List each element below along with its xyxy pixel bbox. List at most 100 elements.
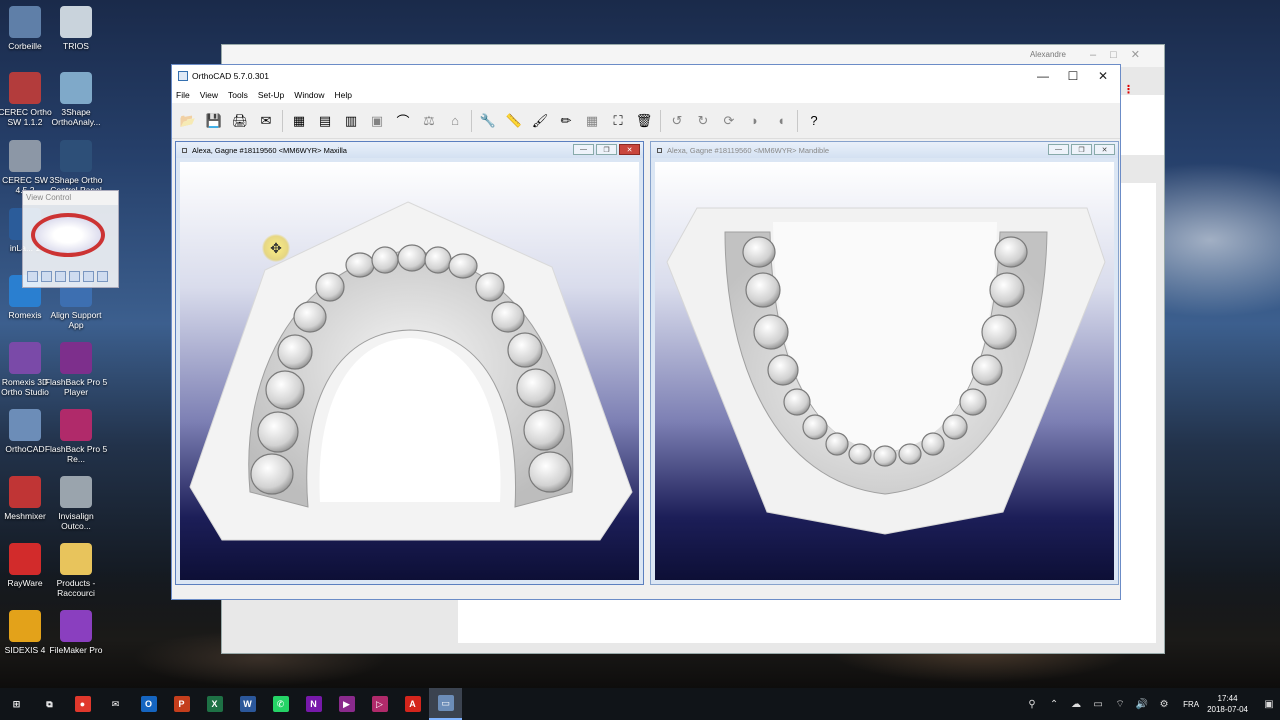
desktop-icon-label: FlashBack Pro 5 Player <box>44 377 108 397</box>
desktop-icon[interactable]: Products - Raccourci <box>43 543 109 598</box>
mandible-restore-button[interactable]: ❐ <box>1071 144 1092 155</box>
menu-file[interactable]: File <box>176 90 190 100</box>
desktop-icon[interactable]: FileMaker Pro <box>43 610 109 655</box>
maxilla-titlebar: Alexa, Gagne #18119560 <MM6WYR> Maxilla … <box>176 142 643 158</box>
mandible-title: Alexa, Gagne #18119560 <MM6WYR> Mandible <box>667 145 830 155</box>
maxilla-3d-viewport[interactable]: ✥ <box>180 162 639 580</box>
task-view-icon[interactable]: ⧉ <box>33 688 66 720</box>
view-control-widget[interactable]: View Control <box>22 190 119 288</box>
save-icon[interactable]: 💾 <box>204 111 224 131</box>
main-toolbar: 📂 💾 🖨 ✉ ▦ ▤ ▥ ▣ ⌒ ⚖ ⌂ 🔧 📏 🖌 ✏ ▦ ⛶ 🗑 ↺ ↻ ⟳ ◗ ◖? <box>172 103 1120 139</box>
whatsapp-icon[interactable]: ✆ <box>264 688 297 720</box>
excel-icon[interactable]: X <box>198 688 231 720</box>
trios-icon <box>60 6 92 38</box>
tray-chevron-icon[interactable]: ⌃ <box>1043 699 1065 710</box>
outlook-icon[interactable]: O <box>132 688 165 720</box>
crop-icon[interactable]: ⛶ <box>608 111 628 131</box>
mandible-titlebar: Alexa, Gagne #18119560 <MM6WYR> Mandible… <box>651 142 1118 158</box>
start-icon[interactable]: ⊞ <box>0 688 33 720</box>
rayware-icon <box>9 543 41 575</box>
menu-view[interactable]: View <box>200 90 218 100</box>
maximize-button[interactable]: ☐ <box>1058 65 1088 87</box>
flashback-taskbar-icon[interactable]: ▶ <box>330 688 363 720</box>
maxilla-window[interactable]: Alexa, Gagne #18119560 <MM6WYR> Maxilla … <box>175 141 644 585</box>
desktop-icon[interactable]: TRIOS <box>43 6 109 51</box>
layout-dual-icon[interactable]: ▤ <box>315 111 335 131</box>
open-folder-icon: 📂 <box>179 112 197 128</box>
paint-icon[interactable]: 🖌 <box>530 111 550 131</box>
menu-set-up[interactable]: Set-Up <box>258 90 284 100</box>
email-icon[interactable]: ✉ <box>256 111 276 131</box>
view-control-rotate-ring[interactable] <box>31 213 105 257</box>
menu-help[interactable]: Help <box>335 90 352 100</box>
ruler-icon[interactable]: 📏 <box>504 111 524 131</box>
invisalign-icon <box>60 476 92 508</box>
taskbar-glyph: ▷ <box>371 696 388 712</box>
view-control-tools <box>27 271 114 283</box>
people-icon[interactable]: ⚲ <box>1021 699 1043 710</box>
zoom-out-icon[interactable] <box>41 271 52 282</box>
desktop-icon-label: Align Support App <box>50 310 102 330</box>
desktop-icon[interactable]: FlashBack Pro 5 Re... <box>43 409 109 464</box>
window-icon <box>182 147 187 153</box>
reset-view-icon[interactable] <box>83 271 94 282</box>
clear-icon[interactable]: 🗑 <box>634 111 654 131</box>
maxilla-minimize-button[interactable]: — <box>573 144 594 155</box>
minimize-button[interactable]: — <box>1028 65 1058 87</box>
background-window-user: Alexandre <box>1029 50 1066 59</box>
help-icon[interactable]: ? <box>804 111 824 131</box>
desktop-icon[interactable]: 3Shape OrthoAnaly... <box>43 72 109 127</box>
battery-icon[interactable]: ▭ <box>1087 699 1109 710</box>
print-icon[interactable]: 🖨 <box>230 111 250 131</box>
move-icon[interactable] <box>97 271 108 282</box>
mandible-3d-viewport[interactable] <box>655 162 1114 580</box>
desktop-icon[interactable]: Invisalign Outco... <box>43 476 109 531</box>
taskbar: ⊞ ⧉ ● ✉ O P X W ✆ N ▶ ▷ A ▭ ⚲ ⌃ ☁ ▭ ⌔ 🔊 ⚙ FRA 17:44 2… <box>0 688 1280 720</box>
mail-icon[interactable]: ✉ <box>99 688 132 720</box>
desktop-icon-label: Products - Raccourci <box>56 578 96 598</box>
zoom-in-icon[interactable] <box>27 271 38 282</box>
settings-tray-icon[interactable]: ⚙ <box>1153 699 1175 710</box>
tooth <box>745 272 781 308</box>
menu-window[interactable]: Window <box>294 90 324 100</box>
onedrive-icon[interactable]: ☁ <box>1065 699 1087 710</box>
layout-grid-icon[interactable]: ▥ <box>341 111 361 131</box>
menu-tools[interactable]: Tools <box>228 90 248 100</box>
maxilla-close-button[interactable]: ✕ <box>619 144 640 155</box>
maxilla-restore-button[interactable]: ❐ <box>596 144 617 155</box>
orthocad-window: OrthoCAD 5.7.0.301 — ☐ ✕ File View Tools Se… <box>171 64 1121 600</box>
tooth <box>942 414 968 440</box>
close-button[interactable]: ✕ <box>1088 65 1118 87</box>
tooth <box>873 445 897 467</box>
maxilla-model <box>189 201 633 541</box>
pan-icon[interactable] <box>69 271 80 282</box>
notifications-icon[interactable]: ▣ <box>1258 699 1280 710</box>
network-icon[interactable]: ⌔ <box>1109 698 1131 711</box>
mandible-window[interactable]: Alexa, Gagne #18119560 <MM6WYR> Mandible… <box>650 141 1119 585</box>
orthocad-taskbar-icon[interactable]: ▭ <box>429 688 462 720</box>
desktop-icon[interactable]: 3Shape Ortho Control Panel <box>43 140 109 195</box>
onenote-icon[interactable]: N <box>297 688 330 720</box>
acrobat-icon[interactable]: A <box>396 688 429 720</box>
mandible-close-button[interactable]: ✕ <box>1094 144 1115 155</box>
desktop-icon-label: TRIOS <box>63 41 89 51</box>
powerpoint-icon[interactable]: P <box>165 688 198 720</box>
pencil-icon[interactable]: ✏ <box>556 111 576 131</box>
recycle-bin-icon <box>9 6 41 38</box>
word-icon[interactable]: W <box>231 688 264 720</box>
tooth <box>848 443 872 465</box>
clock[interactable]: 17:44 2018-07-04 <box>1207 693 1248 715</box>
volume-icon[interactable]: 🔊 <box>1131 699 1153 710</box>
arch-icon[interactable]: ⌒ <box>393 111 413 131</box>
layout-single-icon[interactable]: ▦ <box>289 111 309 131</box>
background-window-strip <box>1120 95 1164 155</box>
background-window-controls[interactable]: –□✕ <box>1090 48 1154 61</box>
language-indicator[interactable]: FRA <box>1183 700 1199 709</box>
mandible-minimize-button[interactable]: — <box>1048 144 1069 155</box>
flashback-player-taskbar-icon[interactable]: ▷ <box>363 688 396 720</box>
measure-tool-icon[interactable]: 🔧 <box>478 111 498 131</box>
chrome-icon[interactable]: ● <box>66 688 99 720</box>
zoom-fit-icon[interactable] <box>55 271 66 282</box>
desktop-icon[interactable]: FlashBack Pro 5 Player <box>43 342 109 397</box>
tooth <box>783 388 811 416</box>
